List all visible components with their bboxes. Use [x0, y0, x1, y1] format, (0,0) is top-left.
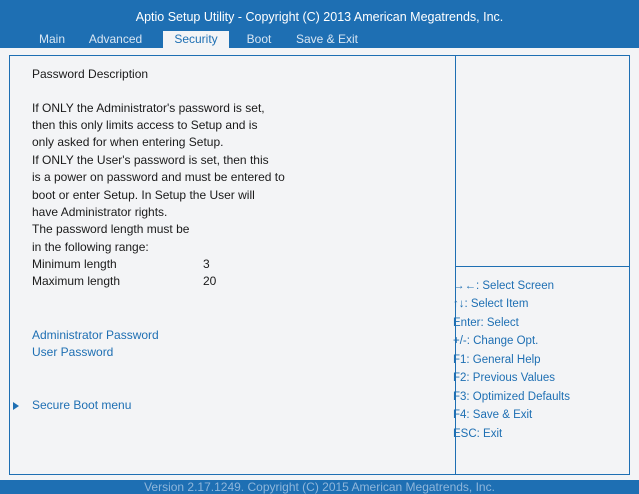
version-footer: Version 2.17.1249. Copyright (C) 2015 Am…	[0, 480, 639, 494]
main-panel: Password Description If ONLY the Adminis…	[9, 55, 630, 475]
help-save-exit: F4: Save & Exit	[453, 409, 533, 421]
title-bar: Aptio Setup Utility - Copyright (C) 2013…	[0, 0, 639, 48]
secure-boot-menu-item[interactable]: Secure Boot menu	[32, 398, 131, 412]
help-previous-values: F2: Previous Values	[453, 372, 556, 384]
tab-save-exit[interactable]: Save & Exit	[285, 31, 369, 48]
description-line: boot or enter Setup. In Setup the User w…	[32, 188, 255, 202]
tab-boot[interactable]: Boot	[236, 31, 282, 48]
submenu-arrow-icon	[13, 402, 19, 410]
min-length-label: Minimum length	[32, 257, 117, 271]
description-line: in the following range:	[32, 240, 149, 254]
max-length-label: Maximum length	[32, 274, 121, 288]
app-title: Aptio Setup Utility - Copyright (C) 2013…	[135, 10, 504, 24]
description-line: then this only limits access to Setup an…	[32, 118, 258, 132]
description-line: have Administrator rights.	[32, 205, 168, 219]
administrator-password-item[interactable]: Administrator Password	[32, 328, 159, 342]
help-esc-exit: ESC: Exit	[453, 428, 503, 440]
help-divider	[455, 266, 629, 267]
help-optimized-defaults: F3: Optimized Defaults	[453, 391, 570, 403]
help-enter-select: Enter: Select	[453, 317, 519, 329]
tab-advanced[interactable]: Advanced	[79, 31, 152, 48]
description-line: is a power on password and must be enter…	[32, 170, 285, 184]
tab-security[interactable]: Security	[163, 31, 229, 48]
description-title: Password Description	[32, 67, 149, 81]
tab-bar: Main Advanced Security Boot Save & Exit	[0, 31, 639, 48]
tab-main[interactable]: Main	[30, 31, 74, 48]
user-password-item[interactable]: User Password	[32, 345, 113, 359]
description-line: The password length must be	[32, 222, 190, 236]
help-select-screen: →←: Select Screen	[453, 280, 554, 292]
description-line: only asked for when entering Setup.	[32, 135, 224, 149]
help-general-help: F1: General Help	[453, 354, 541, 366]
description-line: If ONLY the User's password is set, then…	[32, 153, 269, 167]
min-length-value: 3	[203, 257, 210, 271]
max-length-value: 20	[203, 274, 217, 288]
description-line: If ONLY the Administrator's password is …	[32, 101, 265, 115]
help-change-opt: +/-: Change Opt.	[453, 335, 539, 347]
help-select-item: ↑↓: Select Item	[453, 298, 529, 310]
